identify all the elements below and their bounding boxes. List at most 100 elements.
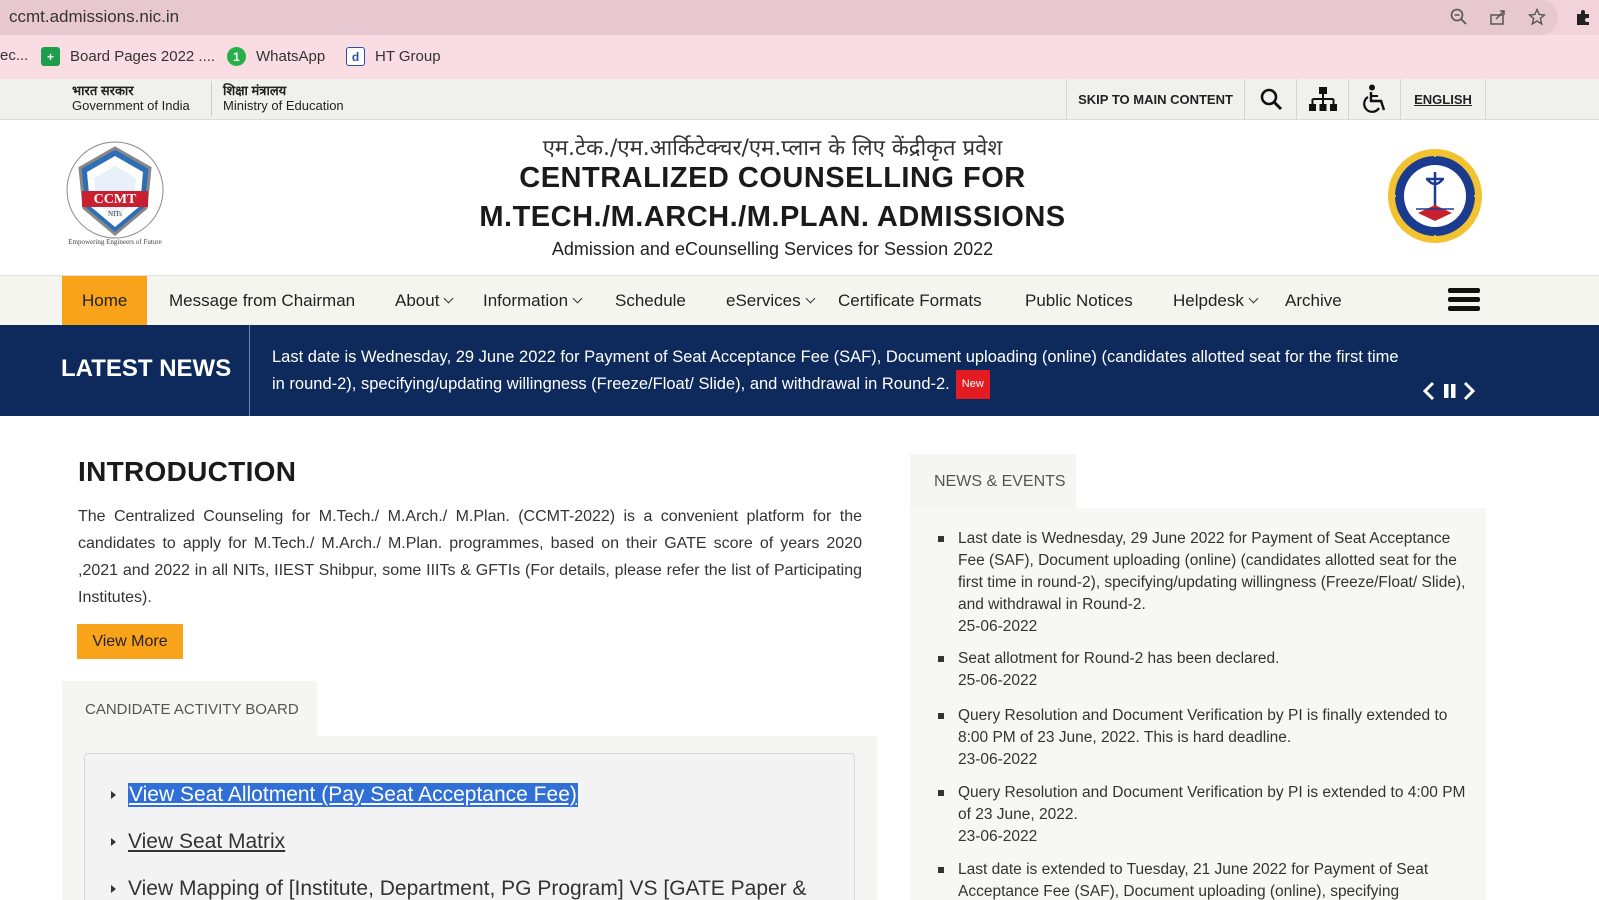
latest-news-item[interactable]: Last date is Wednesday, 29 June 2022 for…	[272, 345, 1402, 399]
search-icon	[1260, 88, 1282, 111]
intro-text: The Centralized Counseling for M.Tech./ …	[78, 508, 862, 606]
tab-news-events[interactable]: NEWS & EVENTS	[910, 454, 1076, 509]
view-seat-matrix-link[interactable]: View Seat Matrix	[128, 830, 285, 854]
news-event-item[interactable]: Query Resolution and Document Verificati…	[958, 705, 1468, 771]
nav-label: Archive	[1285, 290, 1342, 310]
nav-item-about[interactable]: About	[395, 276, 454, 325]
new-badge: New	[955, 370, 990, 399]
bookmarks-bar: ec... + Board Pages 2022 .... 1 WhatsApp…	[0, 35, 1599, 79]
bullet-icon	[111, 885, 116, 893]
nav-item-schedule[interactable]: Schedule	[615, 276, 686, 325]
address-bar[interactable]: ccmt.admissions.nic.in	[0, 0, 1558, 35]
intro-title: INTRODUCTION	[78, 456, 297, 487]
bookmark-item[interactable]: + Board Pages 2022 ....	[41, 47, 215, 66]
bullet-icon	[938, 536, 944, 542]
zoom-icon[interactable]	[1448, 6, 1470, 28]
nav-label: Message from Chairman	[169, 290, 356, 310]
news-event-text: Seat allotment for Round-2 has been decl…	[958, 650, 1280, 667]
chevron-down-icon	[443, 293, 454, 304]
gov-english: Government of India	[72, 98, 190, 113]
nav-item-archive[interactable]: Archive	[1285, 276, 1342, 325]
page-subtitle: Admission and eCounselling Services for …	[551, 239, 994, 259]
latest-news-text: Last date is Wednesday, 29 June 2022 for…	[272, 348, 1399, 393]
nav-label: Information	[483, 290, 569, 310]
bookmark-label: ec...	[0, 47, 29, 64]
bullet-icon	[938, 656, 944, 662]
page-title-line1: CENTRALIZED COUNSELLING FOR	[519, 162, 1026, 194]
extensions-icon[interactable]	[1572, 6, 1594, 28]
bullet-icon	[938, 713, 944, 719]
view-more-button[interactable]: View More	[77, 624, 183, 659]
skip-to-main-link[interactable]: SKIP TO MAIN CONTENT	[1066, 79, 1244, 119]
latest-news-label: LATEST NEWS	[61, 355, 232, 382]
bullet-icon	[938, 867, 944, 873]
nav-label: Schedule	[615, 290, 686, 310]
nav-item-message-from-chairman[interactable]: Message from Chairman	[169, 276, 355, 325]
bullet-icon	[938, 790, 944, 796]
hindi-title: एम.टेक./एम.आर्किटेक्चर/एम.प्लान के लिए क…	[542, 136, 1003, 161]
bookmark-label: HT Group	[375, 48, 441, 65]
url-text[interactable]: ccmt.admissions.nic.in	[9, 7, 179, 27]
nav-label: About	[395, 290, 440, 310]
news-event-text: Last date is extended to Tuesday, 21 Jun…	[958, 861, 1429, 900]
bullet-icon	[111, 791, 116, 799]
nav-item-helpdesk[interactable]: Helpdesk	[1173, 276, 1259, 325]
ministry-english: Ministry of Education	[223, 98, 344, 113]
bookmark-item[interactable]: 1 WhatsApp	[227, 47, 325, 66]
nav-item-eservices[interactable]: eServices	[726, 276, 816, 325]
ministry-hindi: शिक्षा मंत्रालय	[223, 83, 287, 98]
browser-toolbar: ccmt.admissions.nic.in	[0, 0, 1599, 35]
hamburger-menu-icon[interactable]	[1448, 288, 1480, 314]
nav-label: Public Notices	[1025, 290, 1133, 310]
news-event-date: 23-06-2022	[958, 751, 1038, 768]
bookmark-item[interactable]: ec...	[0, 47, 28, 64]
gov-india-label: भारत सरकार Government of India	[72, 83, 190, 113]
nav-item-certificate-formats[interactable]: Certificate Formats	[838, 276, 982, 325]
share-icon[interactable]	[1487, 6, 1509, 28]
bookmark-label: WhatsApp	[256, 48, 326, 65]
nav-label: Home	[82, 290, 128, 310]
chevron-down-icon	[805, 293, 816, 304]
nav-label: Helpdesk	[1173, 290, 1244, 310]
nit-emblem-logo[interactable]	[1386, 147, 1484, 245]
site-header: CCMT NITs Empowering Engineers of Future…	[0, 120, 1599, 275]
tab-candidate-activity-board[interactable]: CANDIDATE ACTIVITY BOARD	[62, 681, 317, 737]
bookmark-item[interactable]: d HT Group	[346, 47, 441, 66]
nav-label: Certificate Formats	[838, 290, 982, 310]
language-selector[interactable]: ENGLISH	[1400, 79, 1486, 119]
sitemap-icon	[1308, 87, 1337, 111]
ministry-label: शिक्षा मंत्रालय Ministry of Education	[223, 83, 344, 113]
chevron-right-icon[interactable]	[1462, 381, 1476, 407]
news-event-item[interactable]: Last date is Wednesday, 29 June 2022 for…	[958, 528, 1468, 638]
d-icon: d	[346, 47, 365, 66]
page-title-line2: M.TECH./M.ARCH./M.PLAN. ADMISSIONS	[479, 201, 1066, 233]
news-event-item[interactable]: Query Resolution and Document Verificati…	[958, 782, 1468, 848]
latest-news-ticker: LATEST NEWS Last date is Wednesday, 29 J…	[0, 325, 1599, 416]
news-event-item[interactable]: Last date is extended to Tuesday, 21 Jun…	[958, 859, 1468, 900]
news-event-date: 25-06-2022	[958, 618, 1038, 635]
bookmark-label: Board Pages 2022 ....	[70, 48, 216, 65]
nav-label: eServices	[726, 290, 801, 310]
divider	[249, 325, 250, 416]
skip-label: SKIP TO MAIN CONTENT	[1078, 91, 1233, 107]
nav-item-public-notices[interactable]: Public Notices	[1025, 276, 1133, 325]
news-event-text: Last date is Wednesday, 29 June 2022 for…	[958, 530, 1466, 613]
chevron-left-icon[interactable]	[1422, 381, 1436, 407]
nav-item-home[interactable]: Home	[62, 276, 148, 325]
search-button[interactable]	[1244, 79, 1296, 119]
bookmark-star-icon[interactable]	[1526, 6, 1548, 28]
whatsapp-icon: 1	[227, 47, 246, 66]
accessibility-button[interactable]	[1348, 79, 1400, 119]
pause-icon[interactable]	[1443, 381, 1457, 407]
sheets-icon: +	[41, 47, 60, 66]
language-label: ENGLISH	[1414, 91, 1472, 107]
gov-bar: भारत सरकार Government of India शिक्षा मं…	[0, 79, 1599, 120]
news-event-item[interactable]: Seat allotment for Round-2 has been decl…	[958, 648, 1468, 692]
main-nav: Home Message from Chairman About Informa…	[0, 275, 1599, 325]
sitemap-button[interactable]	[1296, 79, 1348, 119]
nav-item-information[interactable]: Information	[483, 276, 583, 325]
view-seat-allotment-link[interactable]: View Seat Allotment (Pay Seat Acceptance…	[128, 783, 578, 807]
news-event-date: 23-06-2022	[958, 828, 1038, 845]
view-mapping-link[interactable]: View Mapping of [Institute, Department, …	[128, 877, 807, 900]
divider	[211, 81, 212, 117]
